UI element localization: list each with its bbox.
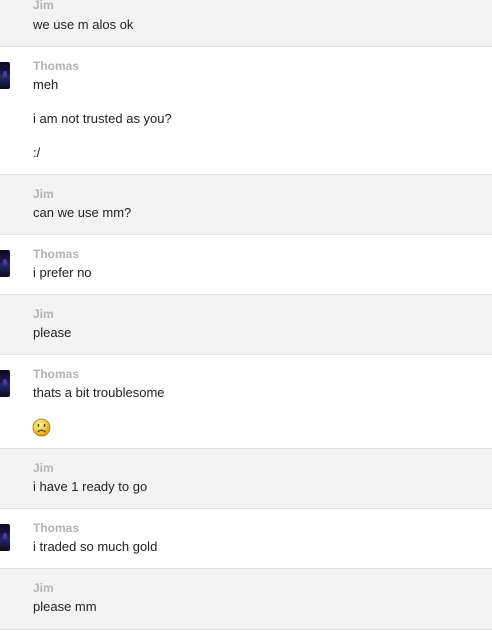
message-text: please mm [33, 599, 97, 614]
message-group-jim: Jim can we use mm? [0, 175, 492, 235]
avatar[interactable] [0, 62, 10, 89]
message-group-thomas: Thomas thats a bit troublesome [0, 355, 492, 449]
avatar[interactable] [0, 250, 10, 277]
message-text: i traded so much gold [33, 539, 158, 554]
message-text: :/ [33, 145, 41, 160]
sender-name: Thomas [33, 59, 80, 73]
message-group-jim: Jim we use m alos ok [0, 0, 492, 47]
message-text: we use m alos ok [33, 17, 134, 32]
worried-face-icon [32, 418, 51, 437]
message-group-jim: Jim please [0, 295, 492, 355]
sender-name: Thomas [33, 367, 80, 381]
message-text: please [33, 325, 72, 340]
avatar[interactable] [0, 524, 10, 551]
message-text: i am not trusted as you? [33, 111, 172, 126]
sender-name: Thomas [33, 521, 80, 535]
message-text: i have 1 ready to go [33, 479, 148, 494]
message-group-thomas: Thomas meh i am not trusted as you? :/ [0, 47, 492, 175]
message-group-thomas: Thomas i prefer no [0, 235, 492, 295]
sender-name: Thomas [33, 247, 80, 261]
sender-name: Jim [33, 187, 54, 201]
message-text: meh [33, 77, 59, 92]
message-group-jim: Jim i have 1 ready to go [0, 449, 492, 509]
message-text: can we use mm? [33, 205, 132, 220]
message-group-jim: Jim please mm [0, 569, 492, 630]
message-text: i prefer no [33, 265, 92, 280]
chat-transcript: Jim we use m alos ok Thomas meh i am not… [0, 0, 492, 633]
message-text: thats a bit troublesome [33, 385, 165, 400]
sender-name: Jim [33, 461, 54, 475]
sender-name: Jim [33, 307, 54, 321]
message-group-thomas: Thomas i traded so much gold [0, 509, 492, 569]
sender-name: Jim [33, 581, 54, 595]
avatar[interactable] [0, 370, 10, 397]
sender-name: Jim [33, 0, 54, 12]
